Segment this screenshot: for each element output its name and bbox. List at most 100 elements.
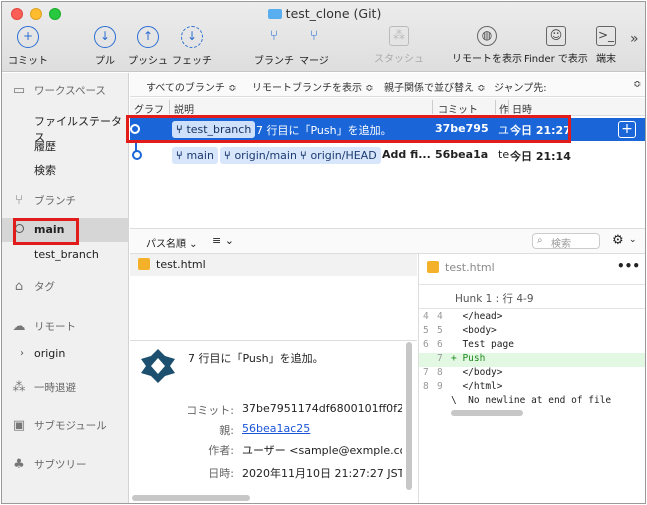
scrollbar-horizontal[interactable] [132,495,250,501]
remote-branch-select[interactable]: リモートブランチを表示 ≎ [252,79,374,94]
sidebar-item-test-branch[interactable]: test_branch [34,248,99,261]
add-button-icon[interactable]: + [618,121,636,138]
terminal-icon: >_ [596,26,616,46]
diff-line-text: \ No newline at end of file [451,395,612,406]
diff-line-text: Test page [451,339,514,350]
commit-author: te [498,148,510,161]
pull-button[interactable]: ↓ プル [94,26,116,67]
sort-by-path-select[interactable]: パス名順 ⌄ [146,235,198,250]
sidebar-item-origin[interactable]: origin [34,347,65,360]
sidebar-section-tags[interactable]: ⌂ タグ [10,277,55,297]
show-in-finder-button[interactable]: ☺ Finder で表示 [524,26,588,65]
show-remote-button[interactable]: ◍ リモートを表示 [452,26,522,65]
submodule-icon: ▣ [12,418,26,433]
sidebar-section-subtrees[interactable]: ♣ サブツリー [10,455,86,475]
stash-button[interactable]: ⁂ スタッシュ [374,26,424,65]
stash-icon: ⁂ [389,26,409,46]
fetch-button[interactable]: ↓ フェッチ [172,26,212,67]
file-item[interactable]: test.html [138,255,206,275]
col-commit[interactable]: コミット [438,101,478,116]
subtree-icon: ♣ [13,457,25,472]
monitor-icon: ▭ [12,83,26,98]
search-input[interactable]: ⌕ 検索 [532,233,600,250]
more-options-icon[interactable]: ••• [617,259,640,273]
chevron-right-icon[interactable]: › [20,348,24,359]
detail-date-value: 2020年11月10日 21:27:27 JST [242,467,402,480]
gear-icon[interactable]: ⚙ [612,233,624,248]
sidebar-section-stashes[interactable]: ⁂ 一時退避 [10,378,77,398]
push-button[interactable]: ↑ プッシュ [128,26,168,67]
push-icon: ↑ [137,26,159,48]
detail-parent-link[interactable]: 56bea1ac25 [242,422,310,435]
sidebar-section-submodules[interactable]: ▣ サブモジュール [10,416,107,436]
chevron-down-icon[interactable]: ⌄ [629,235,637,245]
diff-pane: test.html ••• Hunk 1 : 行 4-9 44 </head> 5… [418,254,645,503]
branch-tag-icon: ⑂ [176,149,187,162]
old-line-number: 4 [423,311,429,322]
diff-line: 78 </body> [419,367,645,381]
old-line-number: 7 [423,367,429,378]
diff-line: 89 </html> [419,381,645,395]
column-divider [169,100,170,114]
merge-button[interactable]: ⑂ マージ [299,26,329,67]
diff-line-text: </body> [451,367,503,378]
detail-message: 7 行目に「Push」を追加。 [188,352,324,365]
diff-line: 7 + Push [419,353,645,367]
sidebar-section-workspace[interactable]: ▭ ワークスペース [10,81,106,101]
old-line-number: 8 [423,381,429,392]
diff-line: 66 Test page [419,339,645,353]
detail-date-label: 日時: [208,467,234,480]
old-line-number: 6 [423,339,429,350]
detail-commit-value: 37be7951174df6800101ff0f229 [242,402,402,415]
file-icon [427,261,439,273]
avatar [141,349,175,383]
diff-toolbar: パス名順 ⌄ ≡ ⌄ ⌕ 検索 ⚙ ⌄ [130,228,645,254]
sidebar-section-remotes[interactable]: ☁ リモート [10,317,77,337]
column-divider [495,100,496,114]
diff-line: 55 <body> [419,325,645,339]
toolbar-overflow-icon[interactable]: » [630,31,639,47]
filter-bar: すべてのブランチ ≎ リモートブランチを表示 ≎ 親子関係で並び替え ≎ ジャン… [130,73,645,97]
sort-order-select[interactable]: 親子関係で並び替え ≎ [384,79,486,94]
branch-tag-icon: ⑂ [300,149,311,162]
file-icon [138,258,150,270]
commit-button[interactable]: + コミット [8,26,48,67]
jump-to-label[interactable]: ジャンプ先: [494,79,547,94]
branch-button[interactable]: ⑂ ブランチ [254,26,294,67]
branch-tag[interactable]: ⑂ origin/HEAD [296,147,381,164]
terminal-button[interactable]: >_ 端末 [596,26,616,65]
branch-tag[interactable]: ⑂ origin/main [220,147,301,164]
scrollbar-vertical[interactable] [406,342,412,490]
diff-file-header: test.html [427,258,495,278]
search-icon: ⌕ [537,235,543,246]
diff-line-text: + Push [451,353,486,364]
commit-date: 今日 21:14 [510,150,571,163]
detail-commit-label: コミット: [186,404,234,417]
title-bar: test_clone (Git) + コミット ↓ プル ↑ プッシュ ↓ フェッチ ⑂… [2,2,645,72]
highlight-box-main [13,218,79,245]
new-line-number: 4 [437,311,443,322]
divider [419,308,645,309]
jump-to-chevron-icon[interactable]: ≎ [633,79,641,90]
commit-row[interactable]: ⑂ main ⑂ origin/main ⑂ origin/HEAD Add f… [130,144,645,167]
col-date[interactable]: 日時 [512,101,532,116]
sidebar-item-history[interactable]: 履歴 [34,138,56,154]
file-list-pane: test.html 7 行目に「Push」を追加。 コミット: 37be7951… [130,254,417,503]
branch-tag[interactable]: ⑂ main [172,147,218,164]
commit-list-header: グラフ 説明 コミット 作 日時 [130,98,645,116]
scrollbar-horizontal[interactable] [451,410,523,416]
pull-icon: ↓ [94,26,116,48]
sidebar-section-branches[interactable]: ⑂ ブランチ [10,191,76,211]
diff-line-text: </head> [451,311,503,322]
window-title: test_clone (Git) [2,6,645,21]
list-view-select[interactable]: ≡ ⌄ [212,234,234,247]
commit-message: Add fi... [382,148,431,161]
app-window: test_clone (Git) + コミット ↓ プル ↑ プッシュ ↓ フェッチ ⑂… [1,1,646,504]
col-description[interactable]: 説明 [174,101,194,116]
column-divider [508,100,509,114]
branch-filter-select[interactable]: すべてのブランチ ≎ [146,79,236,94]
graph-node-icon [132,150,142,160]
diff-line: \ No newline at end of file [419,395,645,409]
sidebar-item-search[interactable]: 検索 [34,162,56,178]
col-graph[interactable]: グラフ [134,101,164,116]
